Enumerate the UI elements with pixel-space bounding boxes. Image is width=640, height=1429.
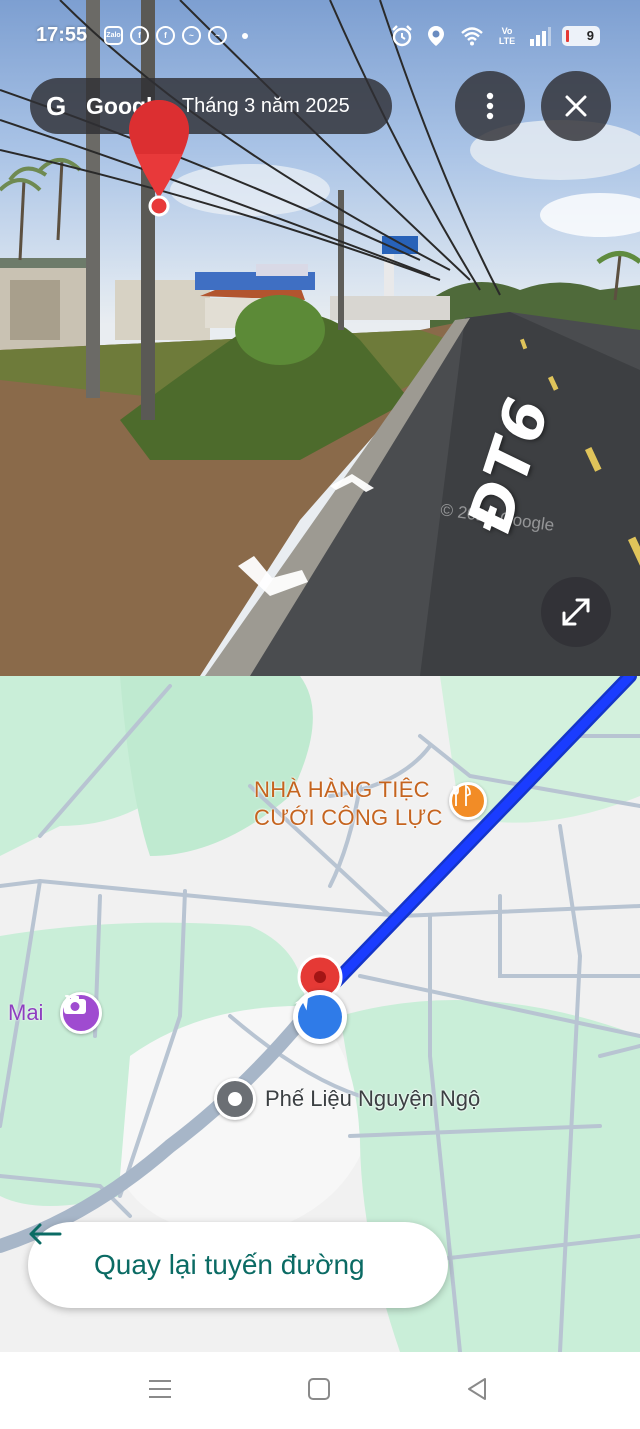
back-icon[interactable]: [464, 1376, 490, 1402]
restaurant-icon: [453, 785, 471, 806]
home-icon[interactable]: [306, 1376, 332, 1402]
system-navigation-bar: [0, 1352, 640, 1429]
photo-place-label[interactable]: Mai: [8, 1000, 43, 1026]
facebook-icon: f: [130, 26, 149, 45]
move-forward-arrow[interactable]: [326, 466, 378, 494]
messenger-icon: ~: [182, 26, 201, 45]
street-view-info-chip[interactable]: G Google · Tháng 3 năm 2025: [30, 78, 392, 134]
restaurant-label[interactable]: NHÀ HÀNG TIỆC CƯỚI CÔNG LỰC: [254, 776, 443, 832]
zalo-icon: Zalo: [104, 26, 123, 45]
location-icon: [428, 26, 444, 46]
fullscreen-button[interactable]: [541, 577, 611, 647]
street-view-panorama[interactable]: 17:55 Zalo f f ~ ~ Vo LTE 9 G Google Thá…: [0, 0, 640, 676]
navigation-arrow-icon: [294, 993, 342, 1039]
battery-indicator: 9: [562, 26, 600, 46]
status-bar: 17:55 Zalo f f ~ ~ Vo LTE 9: [0, 0, 640, 74]
more-notifications-dot: [242, 32, 248, 39]
expand-icon: [562, 598, 590, 626]
camera-icon: [64, 995, 86, 1014]
arrow-left-icon: [29, 1223, 62, 1245]
map-view[interactable]: NHÀ HÀNG TIỆC CƯỚI CÔNG LỰC Mai Phế Liệu…: [0, 676, 640, 1352]
wifi-icon: [461, 27, 483, 46]
google-g-icon: G: [46, 90, 67, 121]
more-options-button[interactable]: [455, 71, 525, 141]
restaurant-label-line2: CƯỚI CÔNG LỰC: [254, 805, 443, 830]
messenger-icon: ~: [208, 26, 227, 45]
restaurant-label-line1: NHÀ HÀNG TIỆC: [254, 777, 430, 802]
more-vert-icon: [486, 92, 494, 120]
back-to-route-label: Quay lại tuyến đường: [94, 1249, 365, 1280]
volte-indicator: Vo LTE: [498, 26, 516, 46]
back-to-route-button[interactable]: Quay lại tuyến đường: [28, 1222, 448, 1308]
current-location-marker: [293, 990, 347, 1044]
close-icon: [565, 95, 587, 117]
scrap-place-label[interactable]: Phế Liệu Nguyện Ngộ: [265, 1086, 480, 1112]
close-button[interactable]: [541, 71, 611, 141]
capture-date: Tháng 3 năm 2025: [181, 94, 350, 117]
red-pin-icon: [129, 100, 189, 217]
restaurant-pin[interactable]: [449, 782, 487, 820]
place-dot-icon: [228, 1092, 242, 1106]
scrap-place-pin[interactable]: [214, 1078, 256, 1120]
alarm-icon: [392, 25, 412, 47]
status-time: 17:55: [36, 24, 88, 46]
move-backward-arrow[interactable]: [236, 548, 312, 600]
notification-icons: Zalo f f ~ ~: [104, 26, 248, 45]
signal-icon: [530, 27, 551, 46]
status-indicators: Vo LTE 9: [390, 24, 600, 48]
photo-place-pin[interactable]: [60, 992, 102, 1034]
facebook-icon: f: [156, 26, 175, 45]
menu-icon[interactable]: [147, 1376, 173, 1402]
